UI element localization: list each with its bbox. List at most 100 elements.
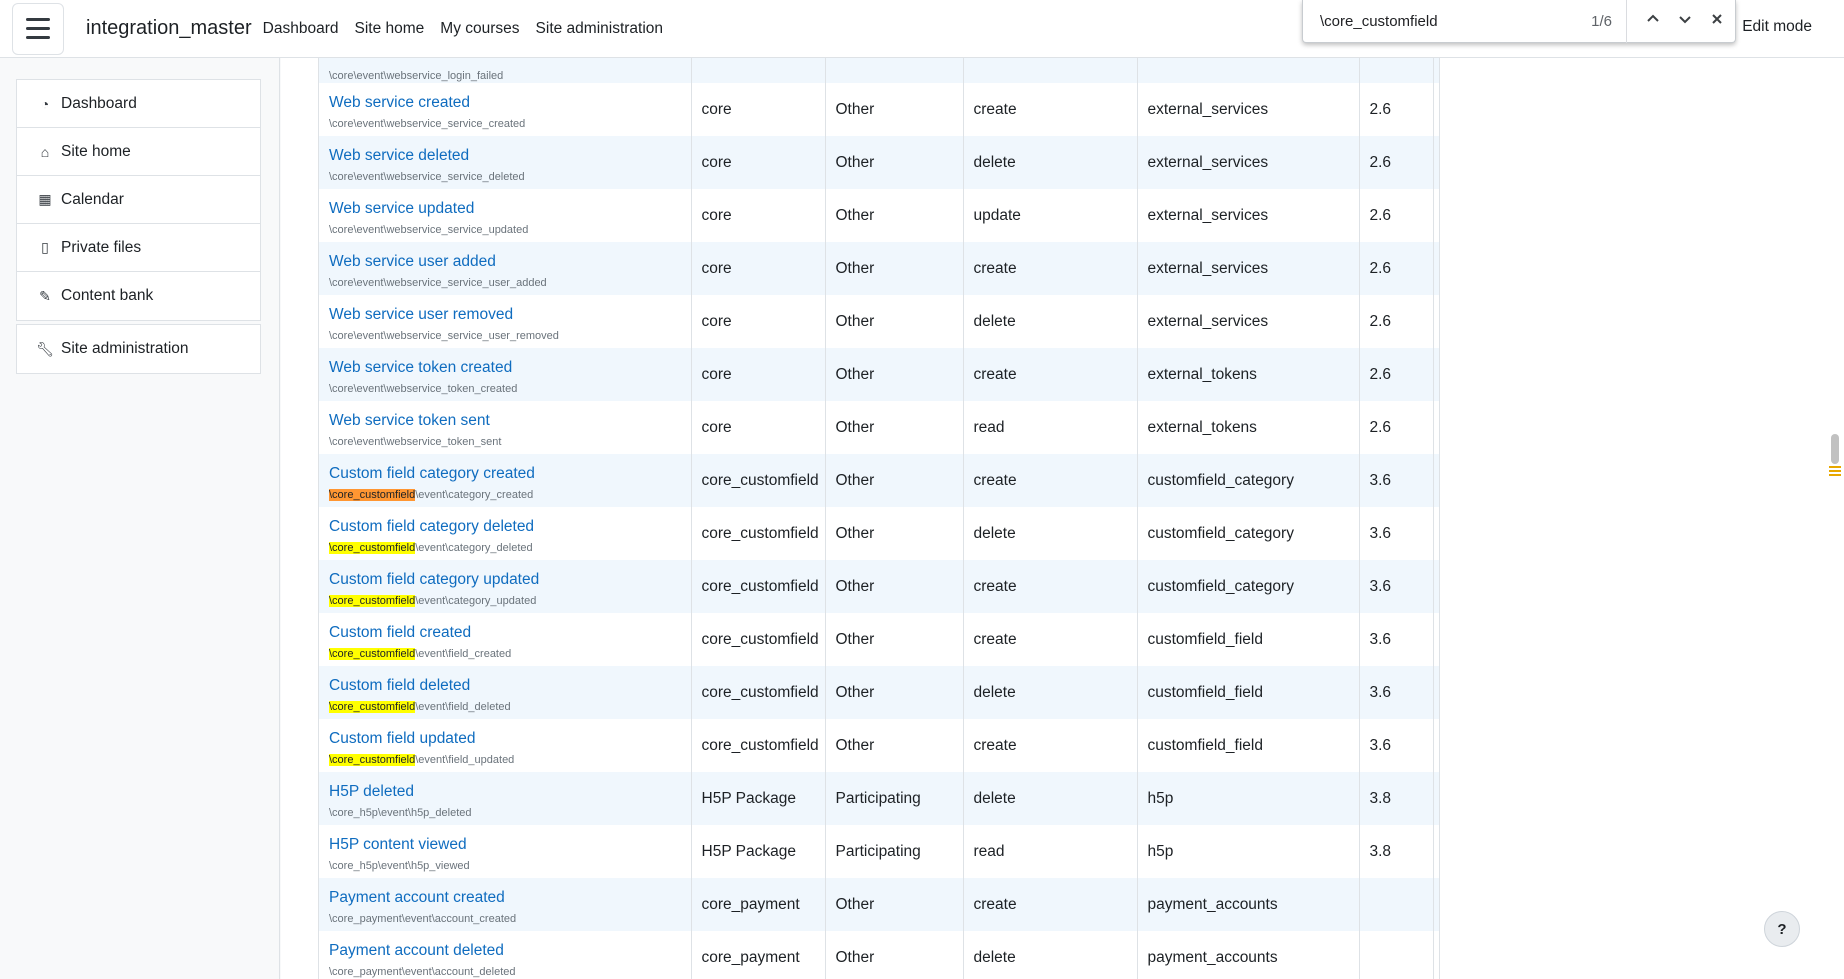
component-cell: core <box>691 242 826 295</box>
event-name-link[interactable]: H5P deleted <box>329 782 681 801</box>
event-name-link[interactable]: H5P content viewed <box>329 835 681 854</box>
events-table: \core\event\webservice_login_failed Web … <box>319 58 1440 979</box>
event-class: \core_customfield\event\field_deleted <box>329 701 681 714</box>
component-cell: core <box>691 189 826 242</box>
find-previous-button[interactable] <box>1639 12 1667 31</box>
scrollbar[interactable] <box>1829 434 1841 476</box>
edulevel-cell: Other <box>825 136 964 189</box>
table-row: Payment account deleted \core_payment\eve… <box>319 931 1440 979</box>
event-class: \core_h5p\event\h5p_viewed <box>329 860 681 873</box>
nav-my-courses[interactable]: My courses <box>440 20 519 38</box>
nav-site-home[interactable]: Site home <box>354 20 424 38</box>
help-button[interactable]: ? <box>1764 911 1800 947</box>
table-cell <box>1433 719 1440 772</box>
event-name-cell: Web service token created \core\event\web… <box>319 348 692 401</box>
component-cell: core_customfield <box>691 507 826 560</box>
find-match-marker <box>1829 474 1841 476</box>
find-match-count: 1/6 <box>1591 12 1612 30</box>
drawer-item-dashboard[interactable]: ◔ Dashboard <box>17 80 260 128</box>
primary-navigation: Dashboard Site home My courses Site admi… <box>263 20 679 38</box>
event-class: \core_h5p\event\h5p_deleted <box>329 807 681 820</box>
drawer-item-private-files[interactable]: ▯ Private files <box>17 224 260 272</box>
scrollbar-thumb[interactable] <box>1831 434 1839 464</box>
since-cell: 3.6 <box>1359 560 1434 613</box>
since-cell: 2.6 <box>1359 348 1434 401</box>
event-name-link[interactable]: Custom field deleted <box>329 676 681 695</box>
nav-dashboard[interactable]: Dashboard <box>263 20 339 38</box>
event-name-link[interactable]: Custom field category created <box>329 464 681 483</box>
find-match-marker <box>1829 466 1841 468</box>
nav-site-administration[interactable]: Site administration <box>536 20 664 38</box>
event-name-link[interactable]: Custom field category updated <box>329 570 681 589</box>
edulevel-cell: Other <box>825 613 964 666</box>
event-name-cell: Custom field updated \core_customfield\ev… <box>319 719 692 772</box>
event-name-link[interactable]: Payment account created <box>329 888 681 907</box>
crud-cell: create <box>963 878 1138 931</box>
edulevel-cell: Other <box>825 189 964 242</box>
edulevel-cell: Other <box>825 454 964 507</box>
find-next-button[interactable] <box>1671 12 1699 31</box>
event-name-link[interactable]: Web service created <box>329 93 681 112</box>
hamburger-icon <box>26 18 50 21</box>
event-class-rest: \event\field_deleted <box>415 701 511 713</box>
since-cell: 2.6 <box>1359 189 1434 242</box>
site-name[interactable]: integration_master <box>86 17 252 40</box>
table-row: H5P content viewed \core_h5p\event\h5p_vi… <box>319 825 1440 878</box>
crud-cell: delete <box>963 136 1138 189</box>
event-name-link[interactable]: Custom field created <box>329 623 681 642</box>
event-name-cell: \core\event\webservice_login_failed <box>319 58 692 83</box>
close-icon <box>1712 13 1722 24</box>
event-name-link[interactable]: Custom field category deleted <box>329 517 681 536</box>
event-name-cell: Payment account created \core_payment\eve… <box>319 878 692 931</box>
table-row: Custom field deleted \core_customfield\ev… <box>319 666 1440 719</box>
menu-toggle-button[interactable] <box>12 2 64 55</box>
event-name-link[interactable]: Web service user removed <box>329 305 681 324</box>
affected-table-cell: external_services <box>1137 295 1360 348</box>
hamburger-icon-line <box>26 36 50 39</box>
file-icon: ▯ <box>41 239 49 255</box>
drawer-item-site-home[interactable]: ⌂ Site home <box>17 128 260 176</box>
event-name-link[interactable]: Payment account deleted <box>329 941 681 960</box>
event-class: \core\event\webservice_service_user_remo… <box>329 330 681 343</box>
event-name-link[interactable]: Web service token sent <box>329 411 681 430</box>
drawer-item-site-administration[interactable]: 🔧︎ Site administration <box>17 325 260 373</box>
event-name-link[interactable]: Web service user added <box>329 252 681 271</box>
find-close-button[interactable] <box>1703 12 1731 31</box>
event-name-cell: Custom field created \core_customfield\ev… <box>319 613 692 666</box>
event-name-link[interactable]: Web service updated <box>329 199 681 218</box>
table-cell <box>1433 295 1440 348</box>
event-name-link[interactable]: Web service deleted <box>329 146 681 165</box>
component-cell: core_customfield <box>691 560 826 613</box>
crud-cell: delete <box>963 295 1138 348</box>
find-input[interactable]: \core_customfield <box>1320 13 1591 30</box>
edit-mode-toggle[interactable]: Edit mode <box>1742 18 1812 36</box>
edulevel-cell: Other <box>825 242 964 295</box>
event-name-cell: Web service updated \core\event\webservic… <box>319 189 692 242</box>
find-highlight: \core_customfield <box>329 648 416 660</box>
event-class-text: \core\event\webservice_token_sent <box>329 436 502 448</box>
table-row: H5P deleted \core_h5p\event\h5p_deleted H5… <box>319 772 1440 825</box>
event-name-link[interactable]: Web service token created <box>329 358 681 377</box>
table-cell <box>1433 507 1440 560</box>
since-cell: 2.6 <box>1359 295 1434 348</box>
main-content: \core\event\webservice_login_failed Web … <box>281 58 1844 979</box>
table-cell <box>1433 401 1440 454</box>
table-row: Web service token sent \core\event\webser… <box>319 401 1440 454</box>
since-cell: 3.6 <box>1359 613 1434 666</box>
event-name-link[interactable]: Custom field updated <box>329 729 681 748</box>
since-cell: 2.6 <box>1359 242 1434 295</box>
event-class: \core_customfield\event\category_deleted <box>329 542 681 555</box>
table-row: Custom field category created \core_custo… <box>319 454 1440 507</box>
event-class: \core_customfield\event\field_updated <box>329 754 681 767</box>
event-name-cell: Custom field category created \core_custo… <box>319 454 692 507</box>
drawer-item-calendar[interactable]: ▦ Calendar <box>17 176 260 224</box>
affected-table-cell: external_tokens <box>1137 348 1360 401</box>
since-cell: 2.6 <box>1359 136 1434 189</box>
drawer-item-content-bank[interactable]: ✎ Content bank <box>17 272 260 320</box>
event-class: \core\event\webservice_service_user_adde… <box>329 277 681 290</box>
event-name-cell: Custom field deleted \core_customfield\ev… <box>319 666 692 719</box>
table-cell <box>1433 83 1440 136</box>
crud-cell: create <box>963 560 1138 613</box>
affected-table-cell: external_services <box>1137 83 1360 136</box>
crud-cell: read <box>963 825 1138 878</box>
